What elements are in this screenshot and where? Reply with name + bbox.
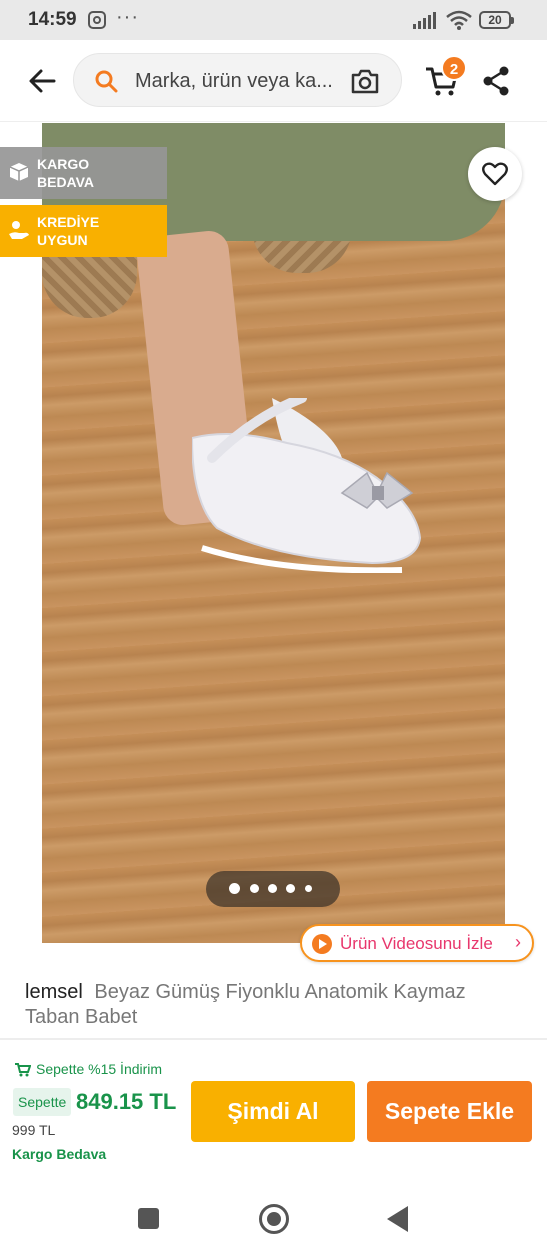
box-icon [9, 163, 29, 181]
buy-now-button[interactable]: Şimdi Al [191, 1081, 355, 1142]
top-header: Marka, ürün veya ka... 2 [0, 40, 547, 122]
status-time: 14:59 [28, 9, 77, 30]
pagination-dot[interactable] [286, 884, 295, 893]
back-arrow-icon[interactable] [24, 62, 62, 100]
battery-icon: 20 [479, 11, 514, 29]
wifi-icon [446, 10, 472, 30]
product-title: lemsel Beyaz Gümüş Fiyonklu Anatomik Kay… [25, 980, 525, 1030]
cart-small-icon [15, 1063, 31, 1077]
share-icon[interactable] [481, 65, 511, 97]
image-basket-left [42, 253, 137, 318]
search-input[interactable]: Marka, ürün veya ka... [73, 53, 402, 107]
free-shipping-badge: KARGO BEDAVA [0, 147, 167, 199]
hand-coin-icon [9, 221, 29, 239]
camera-icon[interactable] [350, 67, 380, 95]
status-bar: 14:59 ··· 20 [0, 0, 547, 40]
instagram-notification-icon [88, 11, 106, 29]
discounted-price: 849.15 TL [76, 1089, 177, 1114]
heart-icon [482, 162, 508, 186]
system-nav-bar [0, 1180, 547, 1254]
watch-video-label: Ürün Videosunu İzle [340, 934, 493, 953]
back-triangle-icon[interactable] [387, 1206, 408, 1232]
discount-text: Sepette %15 İndirim [36, 1061, 163, 1077]
search-placeholder: Marka, ürün veya ka... [135, 70, 333, 92]
product-name: Beyaz Gümüş Fiyonklu Anatomik Kaymaz Tab… [25, 981, 466, 1028]
credit-eligible-label: KREDİYE UYGUN [37, 214, 100, 248]
free-shipping-text: Kargo Bedava [12, 1146, 107, 1162]
home-icon[interactable] [259, 1204, 289, 1234]
pagination-dot[interactable] [268, 884, 277, 893]
free-shipping-label: KARGO BEDAVA [37, 156, 95, 190]
recent-apps-icon[interactable] [138, 1208, 159, 1229]
play-icon [312, 934, 332, 954]
divider [0, 1038, 547, 1040]
image-pagination [206, 871, 340, 907]
pagination-dot-active[interactable] [229, 883, 240, 894]
product-brand[interactable]: lemsel [25, 981, 83, 1003]
in-cart-price-tag: Sepette [13, 1088, 72, 1116]
watch-product-video-button[interactable]: Ürün Videosunu İzle › [300, 924, 534, 962]
more-notifications-icon: ··· [116, 6, 139, 28]
pagination-dot[interactable] [250, 884, 259, 893]
pagination-dot[interactable] [305, 885, 312, 892]
cart-count-badge: 2 [441, 55, 467, 81]
search-icon [95, 70, 118, 93]
favorite-button[interactable] [468, 147, 522, 201]
add-to-cart-button[interactable]: Sepete Ekle [367, 1081, 532, 1142]
image-shoe [192, 398, 422, 573]
cart-discount-note: Sepette %15 İndirim [15, 1061, 162, 1077]
signal-icon [413, 12, 436, 29]
chevron-right-icon: › [515, 932, 521, 952]
original-price: 999 TL [12, 1122, 56, 1138]
credit-eligible-badge: KREDİYE UYGUN [0, 205, 167, 257]
